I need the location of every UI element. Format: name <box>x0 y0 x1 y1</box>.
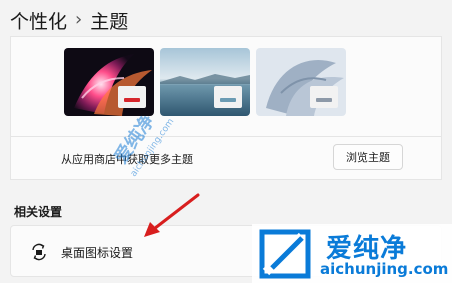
breadcrumb: 个性化 › 主题 <box>10 2 128 38</box>
breadcrumb-parent[interactable]: 个性化 <box>10 7 67 34</box>
desktop-icon-settings-label: 桌面图标设置 <box>61 246 134 260</box>
watermark-url: aichunjing.com <box>320 260 449 278</box>
watermark-logo: 爱纯净 aichunjing.com <box>252 224 452 283</box>
theme-thumbnail-bloom[interactable] <box>256 48 346 116</box>
related-settings-heading: 相关设置 <box>14 205 63 219</box>
watermark-faint-logo: 爱纯净 aichunjing.com <box>112 111 176 179</box>
get-themes-row: 从应用商店中获取更多主题 浏览主题 <box>10 136 442 180</box>
desktop-icons-icon <box>32 243 46 261</box>
theme-bloom-swatch <box>310 86 338 108</box>
theme-lake-swatch <box>214 86 242 108</box>
chevron-right-icon: › <box>75 8 83 30</box>
annotation-arrow-icon <box>144 193 200 237</box>
watermark-brand-icon <box>259 229 311 279</box>
browse-themes-button[interactable]: 浏览主题 <box>333 144 403 170</box>
page-title: 主题 <box>90 10 129 33</box>
